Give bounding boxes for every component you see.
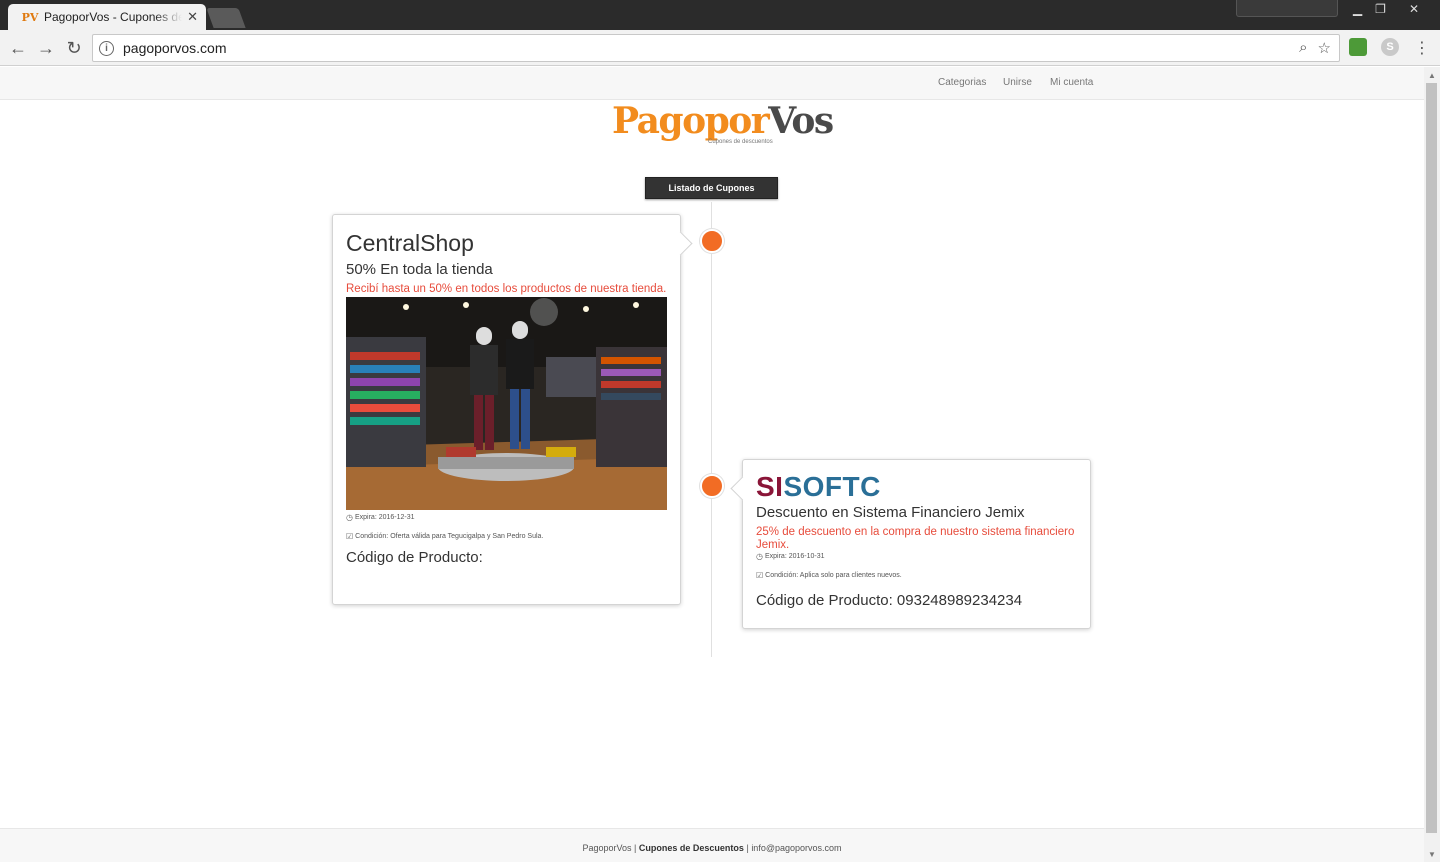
page-scrollbar[interactable]: ▲ ▼ [1424,67,1440,862]
new-tab-button[interactable] [206,8,246,28]
footer-email[interactable]: info@pagoporvos.com [751,843,841,853]
coupon-code: Código de Producto: [346,549,483,566]
footer-tagline: Cupones de Descuentos [638,843,744,853]
browser-tab[interactable]: PV PagoporVos - Cupones de Descuentos ✕ [8,4,206,30]
skype-icon[interactable]: S [1381,38,1399,56]
coupon-condition-text: Condición: Oferta válida para Tegucigalp… [355,533,544,540]
favicon-icon: PV [21,10,39,24]
close-tab-icon[interactable]: ✕ [187,9,198,25]
check-icon: ☑ [346,532,354,541]
coupon-card-centralshop[interactable]: CentralShop 50% En toda la tienda Recibí… [332,214,681,605]
address-bar[interactable]: i pagoporvos.com ⌕ ☆ [92,34,1340,62]
store-photo-illustration [346,297,667,510]
store-interior-image [346,297,667,510]
coupon-description: Recibí hasta un 50% en todos los product… [346,283,667,295]
footer-brand: PagoporVos [582,843,632,853]
coupon-store-name: CentralShop [346,230,474,256]
page-footer: PagoporVos | Cupones de Descuentos | inf… [0,828,1424,862]
zoom-icon[interactable]: ⌕ [1299,39,1307,57]
timeline-dot [700,229,724,253]
logo-part-1: Pagopor [612,100,770,142]
browser-menu-icon[interactable]: ⋮ [1414,36,1430,60]
clock-icon: ◷ [756,552,763,561]
logo-tagline: Cupones de descuentos [708,139,773,145]
coupon-condition-text: Condición: Aplica solo para clientes nue… [765,572,902,579]
scroll-thumb[interactable] [1426,83,1437,833]
check-icon: ☑ [756,571,764,580]
coupon-title: 50% En toda la tienda [346,261,493,278]
coupon-expiry: ◷ Expira: 2016-12-31 [346,513,667,522]
back-arrow-icon[interactable]: ← [6,36,30,60]
url-text[interactable]: pagoporvos.com [123,40,227,56]
forward-arrow-icon[interactable]: → [34,36,58,60]
page-viewport: Categorias Unirse Mi cuenta PagoporVos C… [0,67,1424,862]
browser-titlebar: PV PagoporVos - Cupones de Descuentos ✕ … [0,0,1440,30]
restore-icon[interactable]: ❐ [1367,0,1394,18]
profile-area[interactable] [1236,0,1338,17]
browser-toolbar: ← → ↻ i pagoporvos.com ⌕ ☆ S ⋮ [0,30,1440,66]
coupon-expiry: ◷ Expira: 2016-10-31 [756,552,1077,561]
coupon-condition: ☑ Condición: Oferta válida para Teguciga… [346,532,667,541]
timeline-line [711,202,712,657]
coupon-code: Código de Producto: 093248989234234 [756,592,1023,609]
scroll-up-icon[interactable]: ▲ [1424,68,1440,82]
sisoftc-logo: SISOFTC [756,471,881,502]
extension-icon[interactable] [1349,38,1367,56]
tab-title: PagoporVos - Cupones de Descuentos [44,10,182,24]
site-logo[interactable]: PagoporVos Cupones de descuentos [612,100,834,151]
bookmark-star-icon[interactable]: ☆ [1318,39,1331,57]
info-icon[interactable]: i [99,40,114,56]
coupon-expiry-text: Expira: 2016-10-31 [764,553,825,560]
scroll-down-icon[interactable]: ▼ [1424,847,1440,861]
top-navbar: Categorias Unirse Mi cuenta [0,67,1424,100]
coupon-condition: ☑ Condición: Aplica solo para clientes n… [756,571,1077,580]
coupon-title: Descuento en Sistema Financiero Jemix [756,504,1025,521]
coupon-expiry-text: Expira: 2016-12-31 [354,514,415,521]
coupon-list-heading: Listado de Cupones [645,177,778,199]
coupon-description: 25% de descuento en la compra de nuestro… [756,526,1075,551]
clock-icon: ◷ [346,513,353,522]
window-close-icon[interactable]: ✕ [1394,0,1434,18]
timeline-dot [700,474,724,498]
coupon-card-sisoftc[interactable]: SISOFTC Descuento en Sistema Financiero … [742,459,1091,629]
nav-link-categorias[interactable]: Categorias [938,77,986,88]
nav-link-mi-cuenta[interactable]: Mi cuenta [1050,77,1093,88]
nav-link-unirse[interactable]: Unirse [1003,77,1032,88]
reload-icon[interactable]: ↻ [62,36,86,60]
logo-part-2: Vos [768,100,834,142]
